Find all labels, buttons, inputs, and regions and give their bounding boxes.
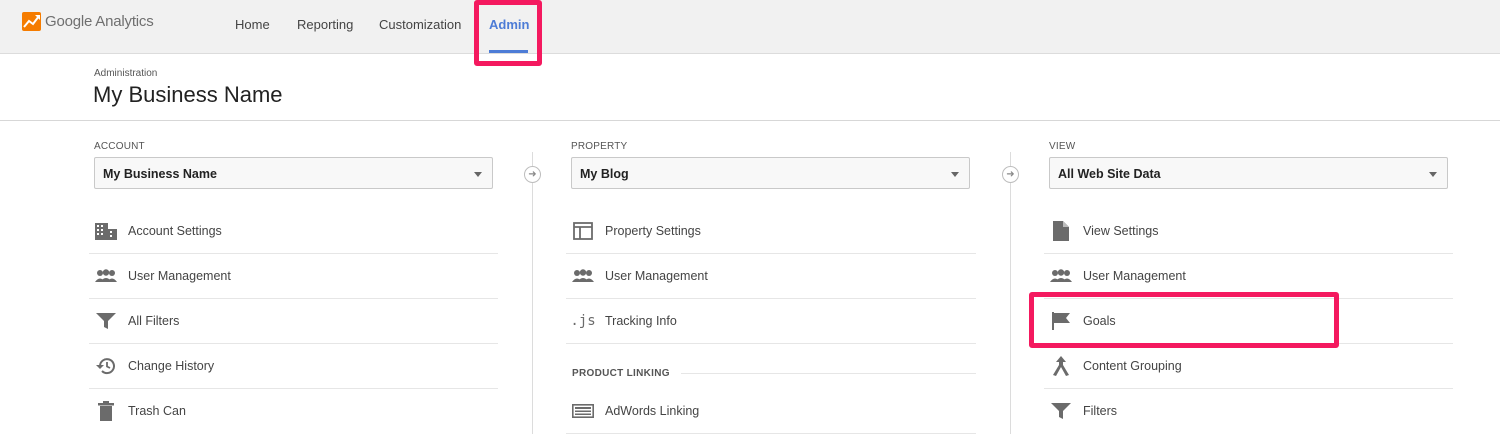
content-grouping-item[interactable]: Content Grouping bbox=[1049, 343, 1453, 388]
google-analytics-logo[interactable]: Google Analytics bbox=[22, 12, 154, 31]
header-divider bbox=[0, 120, 1500, 121]
user-management-label: User Management bbox=[1083, 268, 1186, 283]
admin-highlight-box bbox=[474, 0, 542, 66]
column-connector-line bbox=[1010, 152, 1011, 434]
top-nav-bar: Google Analytics Home Reporting Customiz… bbox=[0, 0, 1500, 54]
user-management-label: User Management bbox=[128, 268, 231, 283]
account-column-label: ACCOUNT bbox=[94, 141, 145, 152]
column-connector-line bbox=[532, 152, 533, 434]
property-settings-label: Property Settings bbox=[605, 223, 701, 238]
nav-reporting[interactable]: Reporting bbox=[297, 17, 353, 32]
filter-icon bbox=[94, 311, 118, 331]
view-selected-value: All Web Site Data bbox=[1058, 167, 1161, 181]
tracking-info-label: Tracking Info bbox=[605, 313, 677, 328]
document-icon bbox=[1049, 220, 1073, 241]
users-icon bbox=[94, 266, 118, 286]
users-icon bbox=[1049, 266, 1073, 286]
content-grouping-label: Content Grouping bbox=[1083, 358, 1182, 373]
trash-can-label: Trash Can bbox=[128, 403, 186, 418]
chevron-down-icon bbox=[474, 172, 482, 177]
all-filters-label: All Filters bbox=[128, 313, 180, 328]
adwords-icon bbox=[571, 401, 595, 421]
account-settings-label: Account Settings bbox=[128, 223, 222, 238]
product-linking-heading: PRODUCT LINKING bbox=[572, 368, 670, 379]
arrow-right-icon: ➜ bbox=[1002, 166, 1019, 183]
property-user-management-item[interactable]: User Management bbox=[571, 253, 976, 298]
divider bbox=[566, 343, 976, 344]
history-icon bbox=[94, 356, 118, 376]
view-settings-label: View Settings bbox=[1083, 223, 1159, 238]
breadcrumb: Administration bbox=[94, 68, 158, 79]
trash-can-item[interactable]: Trash Can bbox=[94, 388, 498, 433]
filter-icon bbox=[1049, 401, 1073, 421]
change-history-label: Change History bbox=[128, 358, 215, 373]
app-name: Google Analytics bbox=[45, 13, 154, 30]
account-settings-item[interactable]: Account Settings bbox=[94, 208, 498, 253]
analytics-logo-icon bbox=[22, 12, 41, 31]
adwords-linking-label: AdWords Linking bbox=[605, 403, 700, 418]
view-selector[interactable]: All Web Site Data bbox=[1049, 157, 1448, 189]
property-selected-value: My Blog bbox=[580, 167, 629, 181]
change-history-item[interactable]: Change History bbox=[94, 343, 498, 388]
tracking-info-item[interactable]: .js Tracking Info bbox=[570, 298, 976, 343]
account-selector[interactable]: My Business Name bbox=[94, 157, 493, 189]
js-icon: .js bbox=[570, 312, 596, 329]
arrow-right-icon: ➜ bbox=[524, 166, 541, 183]
property-column-label: PROPERTY bbox=[571, 141, 628, 152]
nav-customization[interactable]: Customization bbox=[379, 17, 461, 32]
section-rule bbox=[681, 373, 976, 374]
content-grouping-icon bbox=[1049, 355, 1073, 376]
view-filters-item[interactable]: Filters bbox=[1049, 388, 1453, 433]
property-selector[interactable]: My Blog bbox=[571, 157, 970, 189]
goals-highlight-box bbox=[1029, 292, 1339, 348]
trash-icon bbox=[94, 400, 118, 421]
chevron-down-icon bbox=[951, 172, 959, 177]
user-management-label: User Management bbox=[605, 268, 708, 283]
account-user-management-item[interactable]: User Management bbox=[94, 253, 498, 298]
account-selected-value: My Business Name bbox=[103, 167, 217, 181]
building-icon bbox=[94, 221, 118, 241]
all-filters-item[interactable]: All Filters bbox=[94, 298, 498, 343]
chevron-down-icon bbox=[1429, 172, 1437, 177]
view-settings-item[interactable]: View Settings bbox=[1049, 208, 1453, 253]
layout-icon bbox=[571, 221, 595, 241]
adwords-linking-item[interactable]: AdWords Linking bbox=[571, 388, 976, 433]
page-title: My Business Name bbox=[93, 82, 283, 107]
filters-label: Filters bbox=[1083, 403, 1118, 418]
users-icon bbox=[571, 266, 595, 286]
view-column-label: VIEW bbox=[1049, 141, 1076, 152]
property-settings-item[interactable]: Property Settings bbox=[571, 208, 976, 253]
nav-home[interactable]: Home bbox=[235, 17, 270, 32]
